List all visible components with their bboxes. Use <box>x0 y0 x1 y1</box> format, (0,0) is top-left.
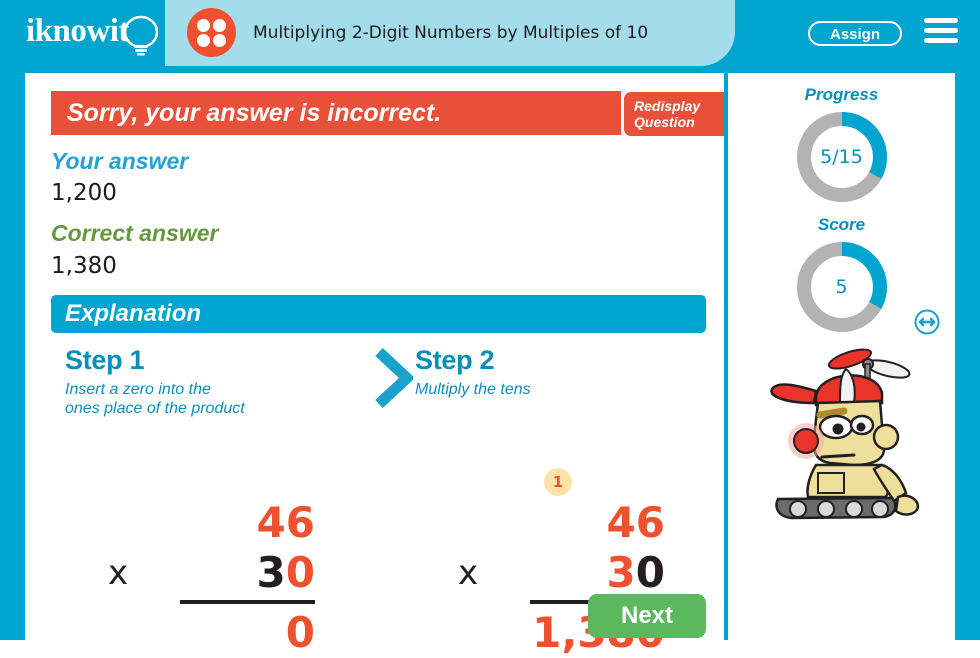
step-1-subtitle-line2: ones place of the product <box>65 400 245 417</box>
lesson-title-pill: Multiplying 2-Digit Numbers by Multiples… <box>165 0 735 66</box>
explanation-step-1: Step 1 Insert a zero into the ones place… <box>65 345 355 418</box>
brand-logo[interactable]: iknowit <box>26 8 166 56</box>
correct-answer-label: Correct answer <box>51 220 219 246</box>
correct-answer-value: 1,380 <box>51 253 117 279</box>
sidebar: Progress 5/15 Score 5 <box>728 73 955 640</box>
progress-value: 5/15 <box>820 146 863 168</box>
step-2-title: Step 2 <box>415 345 495 375</box>
step-1-multiplicand-ones: 6 <box>285 498 315 547</box>
explanation-step-2: Step 2 Multiply the tens <box>415 345 705 399</box>
redisplay-question-button[interactable]: Redisplay Question <box>624 92 730 136</box>
step-1-product-row: 0 <box>100 608 315 658</box>
step-2-multiplicand-tens: 4 <box>606 498 636 547</box>
step-1-product: 0 <box>285 608 315 657</box>
four-dots-icon <box>187 8 236 57</box>
hamburger-menu-icon[interactable] <box>924 18 958 48</box>
score-value: 5 <box>835 276 848 298</box>
step-1-rule <box>180 600 315 604</box>
redisplay-line-2: Question <box>634 114 695 130</box>
step-1-worked-problem: 46 x 30 0 <box>100 498 315 658</box>
step-2-multiplicand-row: 1 46 <box>450 468 665 548</box>
main-panel: Sorry, your answer is incorrect. Redispl… <box>25 73 730 657</box>
step-2-multiplier-tens: 3 <box>606 548 636 597</box>
next-button[interactable]: Next <box>588 594 706 638</box>
step-1-multiplier-ones: 0 <box>285 548 315 597</box>
lesson-title: Multiplying 2-Digit Numbers by Multiples… <box>253 23 649 43</box>
content-frame: Sorry, your answer is incorrect. Redispl… <box>0 66 980 657</box>
step-1-multiplier-tens: 3 <box>256 548 286 597</box>
step-2-multiplier-row: x 30 <box>450 548 665 598</box>
chevron-right-icon <box>375 348 413 408</box>
robot-mascot-icon <box>770 348 920 520</box>
step-1-multiplicand-tens: 4 <box>256 498 286 547</box>
progress-meter: Progress 5/15 <box>728 85 955 205</box>
redisplay-line-1: Redisplay <box>634 98 701 114</box>
content-frame-inner: Sorry, your answer is incorrect. Redispl… <box>25 73 955 657</box>
step-1-subtitle: Insert a zero into the ones place of the… <box>65 380 355 418</box>
result-banner: Sorry, your answer is incorrect. <box>51 91 621 135</box>
step-1-operator: x <box>108 553 129 593</box>
app-window: iknowit Multiplying 2-Digit Numbers by M… <box>0 0 980 657</box>
progress-label: Progress <box>804 85 879 104</box>
horizontal-resize-icon[interactable] <box>914 309 940 335</box>
step-2-subtitle-line1: Multiply the tens <box>415 381 531 398</box>
progress-ring: 5/15 <box>794 109 890 205</box>
step-1-multiplicand-row: 46 <box>100 498 315 548</box>
step-2-multiplicand-ones: 6 <box>635 498 665 547</box>
score-label: Score <box>817 215 866 234</box>
explanation-header: Explanation <box>51 295 706 333</box>
step-2-carry-digit: 1 <box>544 468 572 496</box>
app-header: iknowit Multiplying 2-Digit Numbers by M… <box>0 0 980 66</box>
step-1-subtitle-line1: Insert a zero into the <box>65 381 211 398</box>
step-2-subtitle: Multiply the tens <box>415 380 705 399</box>
your-answer-value: 1,200 <box>51 180 117 206</box>
score-ring: 5 <box>794 239 890 335</box>
step-2-operator: x <box>458 553 479 593</box>
assign-button[interactable]: Assign <box>807 21 902 46</box>
step-2-multiplier-ones: 0 <box>635 548 665 597</box>
brand-logo-text: iknowit <box>26 13 129 49</box>
your-answer-label: Your answer <box>51 148 189 174</box>
lightbulb-icon <box>123 15 159 56</box>
step-1-title: Step 1 <box>65 345 145 375</box>
step-1-multiplier-row: x 30 <box>100 548 315 598</box>
